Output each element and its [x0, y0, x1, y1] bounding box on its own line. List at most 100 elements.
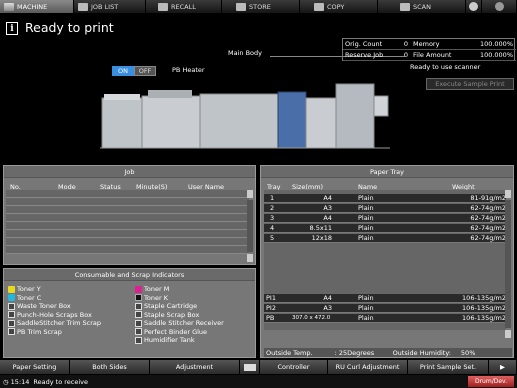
drum-dev-button[interactable]: Drum/Dev.: [468, 376, 514, 387]
keyboard-icon: [243, 363, 256, 371]
table-row[interactable]: 3 A4 Plain 62-74g/m2: [264, 214, 506, 223]
tab-machine[interactable]: MACHINE: [0, 0, 74, 13]
table-row[interactable]: [6, 246, 249, 254]
tray-list: 1 A4 Plain 81-91g/m2 2 A3 Plain 62-74g/m…: [264, 190, 506, 330]
staple-cartridge-icon: [135, 302, 142, 310]
humidifier-icon: [135, 336, 142, 344]
counter-panel: Orig. Count 0 Memory 100.000% Reserve Jo…: [342, 38, 516, 61]
consumable-staple-cartridge: Staple Cartridge: [135, 302, 255, 311]
chevron-right-icon: ▶: [500, 363, 505, 371]
orig-count-value: 0: [397, 39, 411, 50]
consumable-pb-trim: PB Trim Scrap: [8, 328, 135, 337]
table-row[interactable]: PB 307.0 x 472.0 Plain 106-135g/m2: [264, 314, 506, 323]
scan-icon: [400, 2, 410, 11]
job-panel-title: Job: [4, 166, 255, 178]
settings-icon-button[interactable]: [466, 0, 482, 13]
pb-trim-icon: [8, 328, 15, 336]
tab-job-list[interactable]: JOB LIST: [74, 0, 146, 13]
adjustment-button[interactable]: Adjustment: [150, 360, 240, 374]
printer-icon: [4, 2, 14, 11]
toner-k-icon: [135, 294, 142, 302]
punch-scraps-icon: [8, 311, 15, 319]
machine-illustration: [100, 83, 390, 149]
consumable-waste-toner: Waste Toner Box: [8, 302, 135, 311]
heater-on-button[interactable]: ON: [112, 66, 134, 76]
paper-tray-panel: Paper Tray Tray Size(mm) Name Weight 1 A…: [260, 165, 514, 358]
store-icon: [236, 2, 246, 11]
table-row[interactable]: 1 A4 Plain 81-91g/m2: [264, 194, 506, 203]
job-panel: Job No. Mode Status Minute(S) User Name: [3, 165, 256, 265]
scroll-up-button[interactable]: [247, 190, 253, 198]
file-amount-value: 100.000%: [453, 50, 516, 61]
settings-icon: [469, 2, 478, 11]
table-row[interactable]: [6, 190, 249, 198]
outside-temp-value: : 25Degrees: [334, 348, 375, 357]
table-row[interactable]: [6, 214, 249, 222]
tray-scroll-up[interactable]: [505, 190, 511, 198]
memory-value: 100.000%: [453, 39, 516, 50]
list-icon: [78, 2, 88, 11]
heater-off-button[interactable]: OFF: [134, 66, 156, 76]
scroll-down-button[interactable]: [247, 254, 253, 262]
tab-scan[interactable]: SCAN: [378, 0, 466, 13]
consumables-panel: Consumable and Scrap Indicators Toner Y …: [3, 268, 256, 358]
consumable-toner-m: Toner M: [135, 285, 255, 294]
table-row[interactable]: [6, 206, 249, 214]
next-page-button[interactable]: ▶: [489, 360, 517, 374]
table-row[interactable]: [6, 198, 249, 206]
tab-bar: MACHINE JOB LIST RECALL STORE COPY SCAN: [0, 0, 517, 13]
outside-temp-label: Outside Temp.: [266, 348, 313, 357]
outside-humidity-value: 50%: [460, 348, 476, 357]
toner-m-icon: [135, 285, 142, 293]
status-time: 15:14: [10, 377, 30, 386]
consumable-toner-k: Toner K: [135, 294, 255, 303]
consumable-saddle-trim: SaddleStitcher Trim Scrap: [8, 319, 135, 328]
consumables-grid: Toner Y Toner M Toner C Toner K Waste To…: [8, 285, 256, 345]
print-sample-set-button[interactable]: Print Sample Set.: [408, 360, 489, 374]
outside-humidity-label: Outside Humidity:: [392, 348, 451, 357]
reserve-job-value: 0: [397, 50, 411, 61]
staple-scrap-icon: [135, 311, 142, 319]
job-scrollbar[interactable]: [247, 200, 253, 252]
bottom-toolbar: Paper Setting Both Sides Adjustment Cont…: [0, 360, 517, 374]
tab-copy[interactable]: COPY: [300, 0, 378, 13]
consumable-staple-scrap: Staple Scrap Box: [135, 311, 255, 320]
both-sides-button[interactable]: Both Sides: [70, 360, 150, 374]
saddle-trim-icon: [8, 319, 15, 327]
table-row[interactable]: 4 8.5x11 Plain 62-74g/m2: [264, 224, 506, 233]
main-body-label: Main Body: [228, 49, 262, 57]
consumable-saddle-receiver: Saddle Stitcher Receiver: [135, 319, 255, 328]
consumable-punch-scraps: Punch-Hole Scraps Box: [8, 311, 135, 320]
table-row[interactable]: [6, 222, 249, 230]
reserve-job-label: Reserve Job: [343, 50, 397, 61]
tab-recall[interactable]: RECALL: [146, 0, 222, 13]
table-row[interactable]: [6, 230, 249, 238]
table-row[interactable]: 2 A3 Plain 62-74g/m2: [264, 204, 506, 213]
pb-heater-toggle[interactable]: ON OFF: [112, 66, 156, 76]
controller-button[interactable]: Controller: [260, 360, 328, 374]
tab-store[interactable]: STORE: [222, 0, 300, 13]
paper-tray-title: Paper Tray: [261, 166, 513, 178]
table-row[interactable]: PI2 A3 Plain 106-135g/m2: [264, 304, 506, 313]
consumables-title: Consumable and Scrap Indicators: [4, 269, 255, 281]
consumable-toner-c: Toner C: [8, 294, 135, 303]
power-icon: [494, 2, 504, 11]
table-row[interactable]: [6, 238, 249, 246]
tray-scroll-down[interactable]: [505, 330, 511, 338]
tray-scrollbar[interactable]: [505, 200, 511, 328]
ru-curl-adjustment-button[interactable]: RU Curl Adjustment: [328, 360, 408, 374]
pb-heater-label: PB Heater: [172, 66, 205, 74]
table-row[interactable]: PI1 A4 Plain 106-135g/m2: [264, 294, 506, 303]
copy-icon: [314, 2, 324, 11]
orig-count-label: Orig. Count: [343, 39, 397, 50]
clock-icon: ◷: [3, 377, 9, 386]
waste-toner-icon: [8, 302, 15, 310]
power-icon-button[interactable]: [482, 0, 517, 13]
page-title: Ready to print: [25, 20, 114, 35]
table-row[interactable]: 5 12x18 Plain 62-74g/m2: [264, 234, 506, 243]
scanner-status: Ready to use scanner: [410, 63, 481, 71]
keyboard-icon-button[interactable]: [240, 360, 260, 374]
execute-sample-print-button[interactable]: Execute Sample Print: [426, 78, 514, 90]
toner-y-icon: [8, 285, 15, 293]
paper-setting-button[interactable]: Paper Setting: [0, 360, 70, 374]
